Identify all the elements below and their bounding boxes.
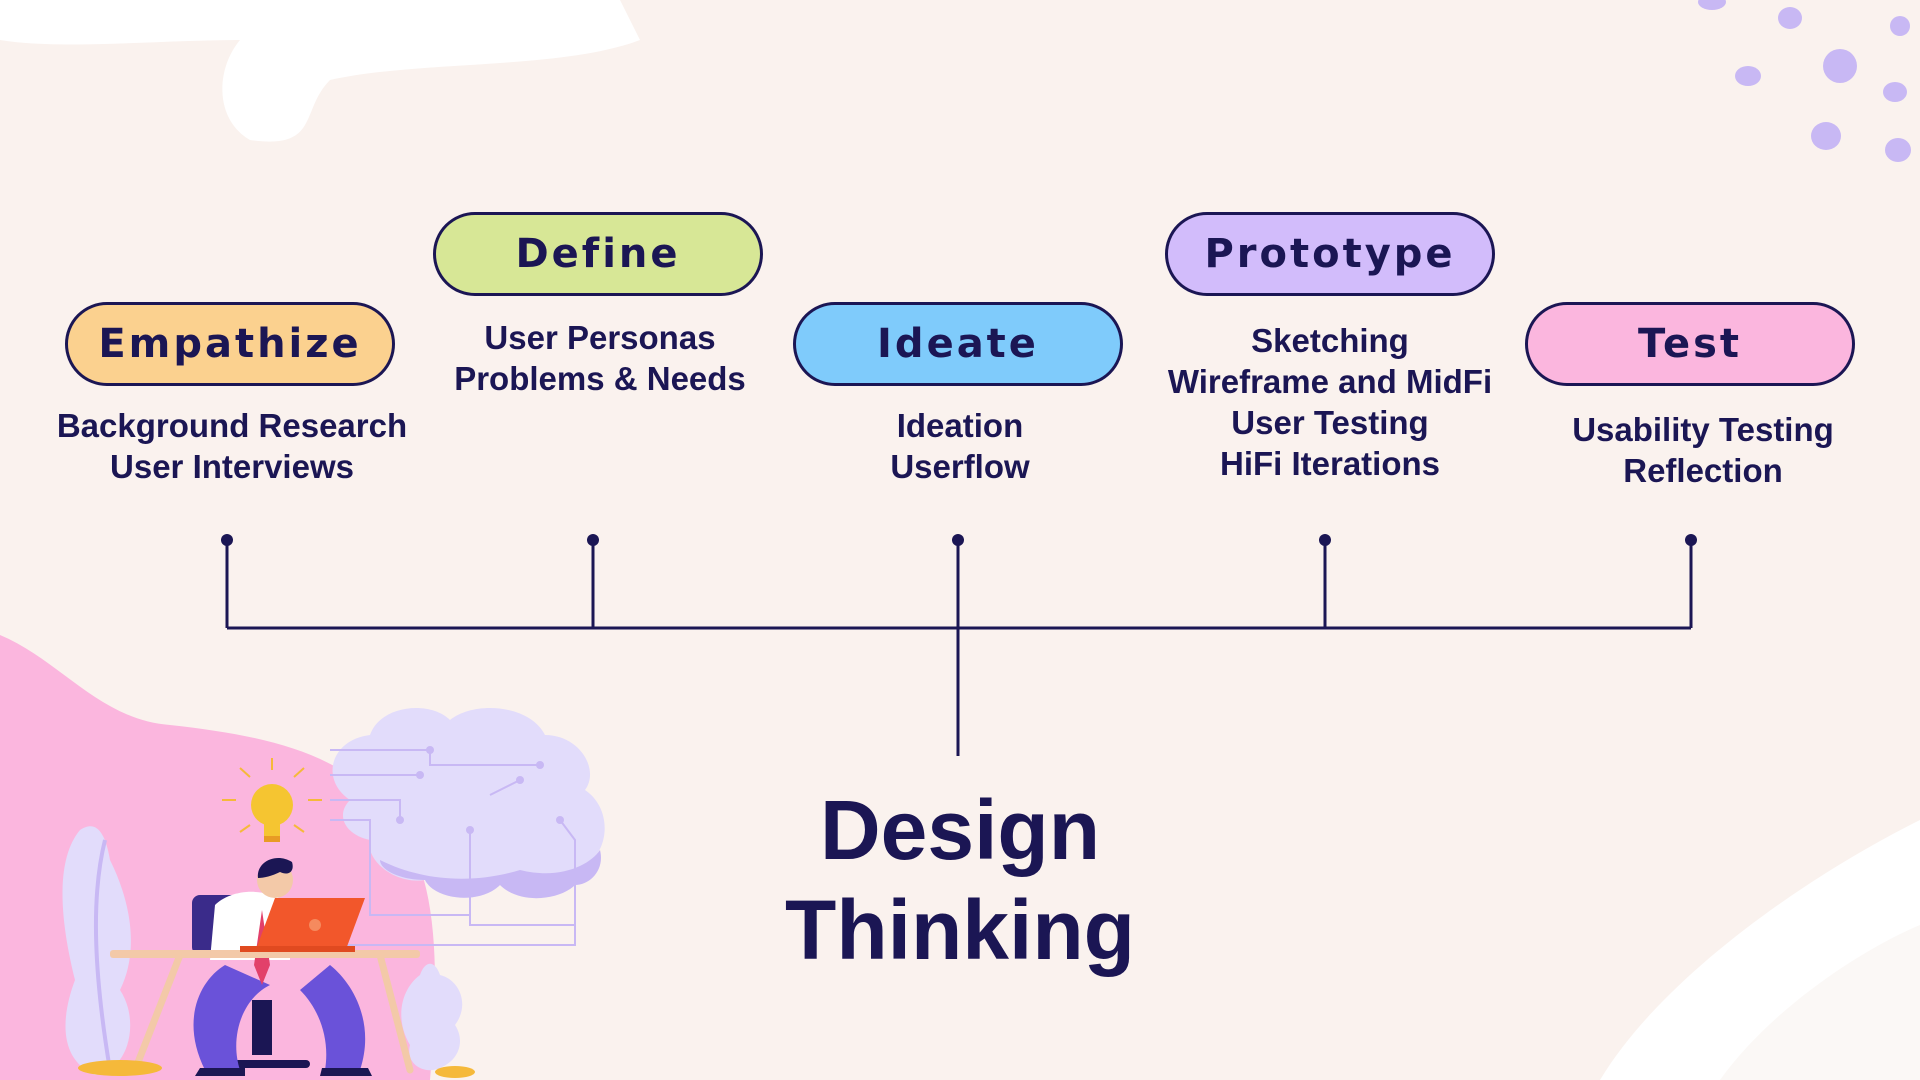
illustration xyxy=(62,708,605,1078)
person-icon xyxy=(193,857,372,1076)
cloud-icon xyxy=(330,708,605,946)
lightbulb-icon xyxy=(222,758,322,842)
diagram-canvas: Empathize Define Ideate Prototype Test B… xyxy=(0,0,1920,1080)
